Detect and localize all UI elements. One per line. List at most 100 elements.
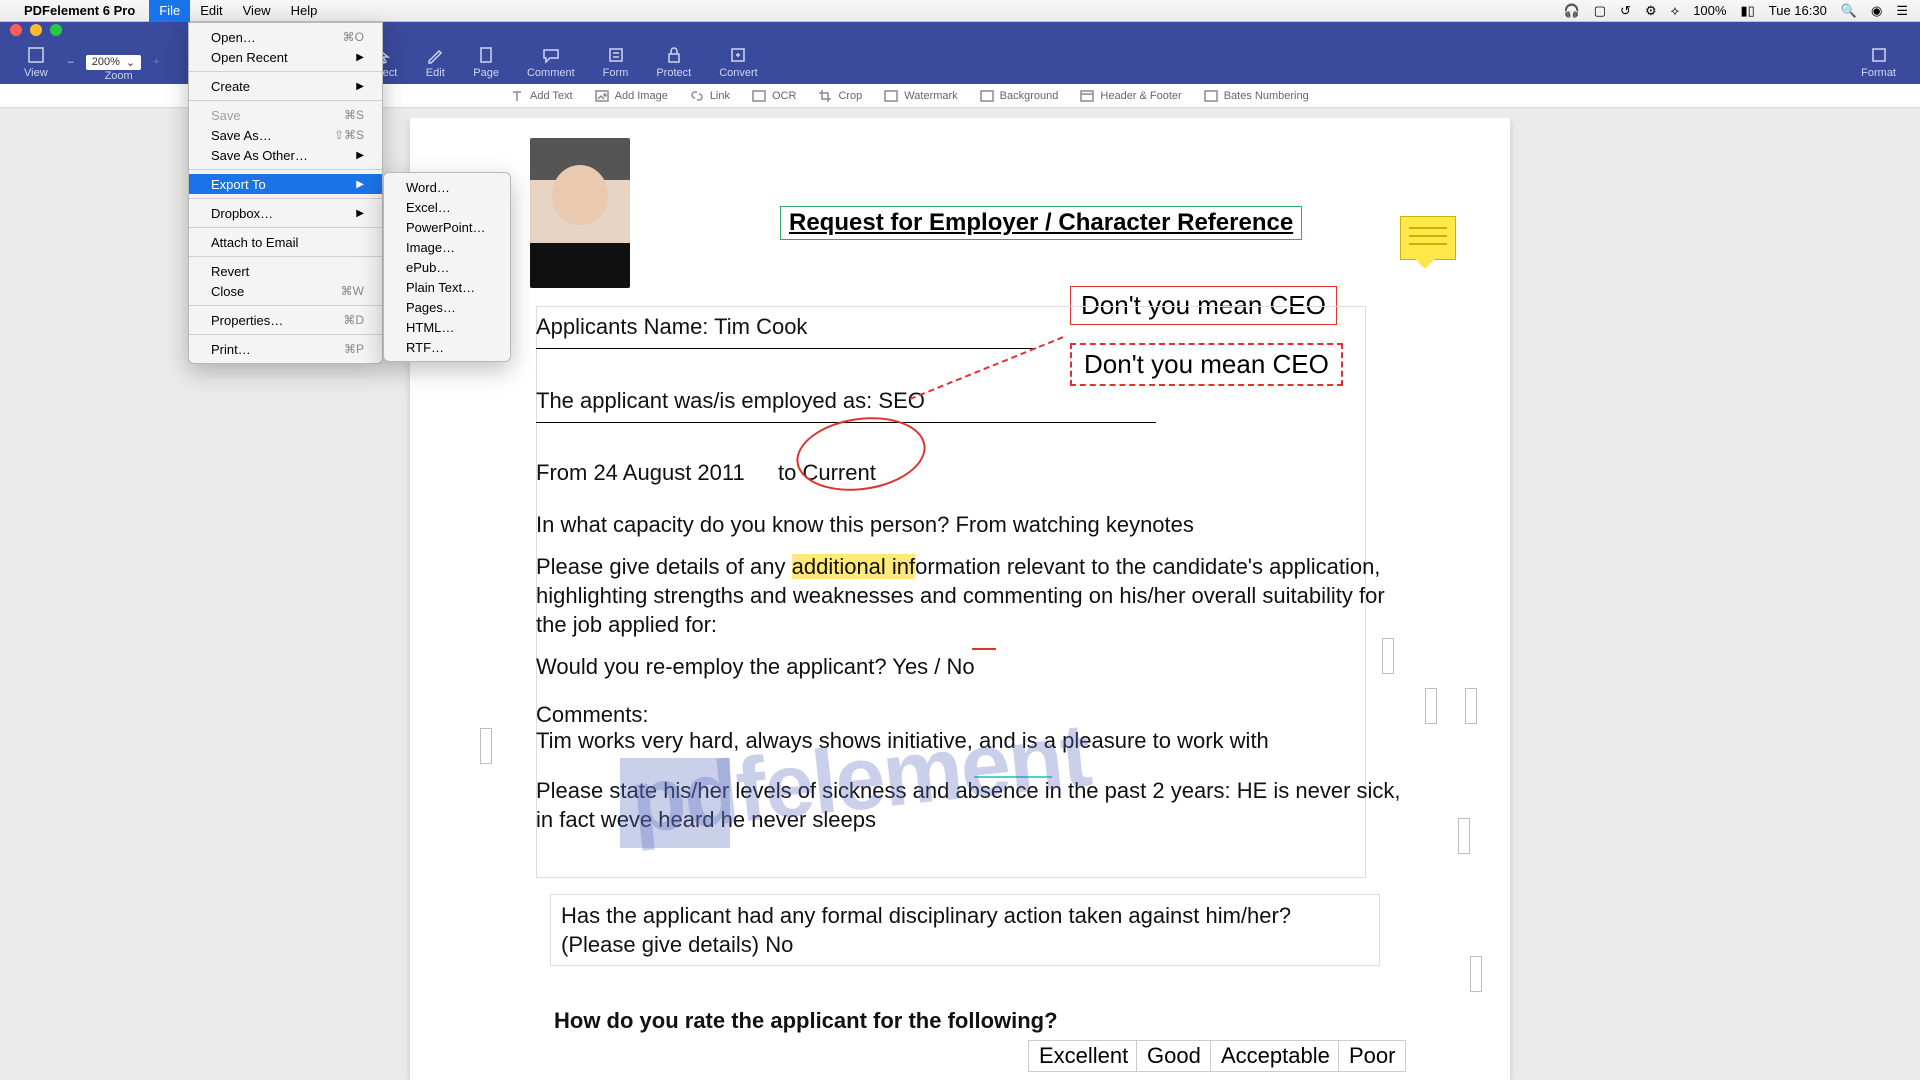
export-excel[interactable]: Excel… <box>384 197 510 217</box>
menu-close[interactable]: Close⌘W <box>189 281 382 301</box>
crop-button[interactable]: Crop <box>818 89 862 103</box>
comment-button[interactable]: Comment <box>513 45 589 79</box>
ocr-icon <box>752 89 766 103</box>
file-menu-dropdown: Open…⌘O Open Recent▶ Create▶ Save⌘S Save… <box>188 22 383 364</box>
zoom-label: Zoom <box>105 70 133 82</box>
battery-text: 100% <box>1693 3 1726 18</box>
link-button[interactable]: Link <box>690 89 730 103</box>
background-label: Background <box>1000 90 1059 102</box>
rating-good[interactable]: Good <box>1136 1040 1212 1072</box>
menu-open-recent[interactable]: Open Recent▶ <box>189 47 382 67</box>
doc-title-box[interactable]: Request for Employer / Character Referen… <box>780 206 1302 240</box>
headphones-icon[interactable]: 🎧 <box>1564 3 1580 19</box>
bates-button[interactable]: Bates Numbering <box>1204 89 1309 103</box>
background-button[interactable]: Background <box>980 89 1059 103</box>
menu-export-to[interactable]: Export To▶ <box>189 174 382 194</box>
format-button[interactable]: Format <box>1847 45 1910 79</box>
export-rtf[interactable]: RTF… <box>384 337 510 357</box>
protect-button[interactable]: Protect <box>642 45 705 79</box>
notification-icon[interactable]: ☰ <box>1896 3 1908 19</box>
resize-handle[interactable] <box>1465 688 1477 724</box>
menu-edit[interactable]: Edit <box>190 0 232 22</box>
disciplinary-box[interactable]: Has the applicant had any formal discipl… <box>550 894 1380 966</box>
document-page[interactable]: Request for Employer / Character Referen… <box>410 118 1510 1080</box>
edit-button[interactable]: Edit <box>411 45 459 79</box>
menu-print[interactable]: Print…⌘P <box>189 339 382 359</box>
close-window-icon[interactable] <box>10 24 22 36</box>
ocr-button[interactable]: OCR <box>752 89 796 103</box>
airplay-icon[interactable]: ▢ <box>1594 3 1606 19</box>
watermark-button[interactable]: Watermark <box>884 89 957 103</box>
watermark-block <box>620 758 730 848</box>
strike-annotation[interactable] <box>972 648 996 650</box>
menu-save-as[interactable]: Save As…⇧⌘S <box>189 125 382 145</box>
doc-title: Request for Employer / Character Referen… <box>789 209 1293 236</box>
capacity-line[interactable]: In what capacity do you know this person… <box>536 510 1194 539</box>
convert-button[interactable]: Convert <box>705 45 772 79</box>
menu-view[interactable]: View <box>233 0 281 22</box>
rate-question[interactable]: How do you rate the applicant for the fo… <box>554 1006 1058 1035</box>
comments-text[interactable]: Tim works very hard, always shows initia… <box>536 726 1356 755</box>
employed-line[interactable]: The applicant was/is employed as: SEO <box>536 386 925 415</box>
bates-label: Bates Numbering <box>1224 90 1309 102</box>
menu-file[interactable]: File <box>149 0 190 22</box>
details-paragraph[interactable]: Please give details of any additional in… <box>536 552 1406 639</box>
view-button[interactable]: View <box>10 45 62 79</box>
timemachine-icon[interactable]: ↺ <box>1620 3 1631 19</box>
minimize-window-icon[interactable] <box>30 24 42 36</box>
details-pre: Please give details of any <box>536 554 792 579</box>
bluetooth-icon[interactable]: ⚙ <box>1645 3 1657 19</box>
crop-label: Crop <box>838 90 862 102</box>
add-text-button[interactable]: Add Text <box>510 89 573 103</box>
menu-attach-email[interactable]: Attach to Email <box>189 232 382 252</box>
menu-save-other[interactable]: Save As Other…▶ <box>189 145 382 165</box>
export-plaintext[interactable]: Plain Text… <box>384 277 510 297</box>
resize-handle[interactable] <box>1382 638 1394 674</box>
zoom-out-button[interactable]: – <box>62 56 80 68</box>
form-icon <box>606 45 626 65</box>
applicant-name-line[interactable]: Applicants Name: Tim Cook <box>536 312 807 341</box>
resize-handle[interactable] <box>1470 956 1482 992</box>
bates-icon <box>1204 89 1218 103</box>
header-footer-icon <box>1080 89 1094 103</box>
header-footer-button[interactable]: Header & Footer <box>1080 89 1181 103</box>
applicant-photo[interactable] <box>530 138 630 288</box>
rating-acceptable[interactable]: Acceptable <box>1210 1040 1341 1072</box>
reemploy-line[interactable]: Would you re-employ the applicant? Yes /… <box>536 652 975 681</box>
comments-label[interactable]: Comments: <box>536 700 648 729</box>
rating-poor[interactable]: Poor <box>1338 1040 1406 1072</box>
menu-revert[interactable]: Revert <box>189 261 382 281</box>
export-html[interactable]: HTML… <box>384 317 510 337</box>
resize-handle[interactable] <box>480 728 492 764</box>
zoom-in-button[interactable]: + <box>147 56 165 68</box>
menu-help[interactable]: Help <box>281 0 328 22</box>
siri-icon[interactable]: ◉ <box>1871 3 1882 19</box>
underline-annotation[interactable] <box>974 776 1052 778</box>
menu-create[interactable]: Create▶ <box>189 76 382 96</box>
highlight-annotation[interactable]: additional inf <box>792 554 916 579</box>
zoom-value: 200% <box>92 56 120 68</box>
resize-handle[interactable] <box>1425 688 1437 724</box>
app-name[interactable]: PDFelement 6 Pro <box>24 3 135 18</box>
export-powerpoint[interactable]: PowerPoint… <box>384 217 510 237</box>
resize-handle[interactable] <box>1458 818 1470 854</box>
spotlight-icon[interactable]: 🔍 <box>1841 3 1857 19</box>
rating-excellent[interactable]: Excellent <box>1028 1040 1139 1072</box>
export-pages[interactable]: Pages… <box>384 297 510 317</box>
page-button[interactable]: Page <box>459 45 513 79</box>
export-image[interactable]: Image… <box>384 237 510 257</box>
export-epub[interactable]: ePub… <box>384 257 510 277</box>
maximize-window-icon[interactable] <box>50 24 62 36</box>
from-date[interactable]: From 24 August 2011 <box>536 458 745 487</box>
wifi-icon[interactable]: ⟡ <box>1671 3 1680 19</box>
menu-open[interactable]: Open…⌘O <box>189 27 382 47</box>
zoom-select[interactable]: 200% ⌄ <box>86 55 141 70</box>
form-button[interactable]: Form <box>589 45 643 79</box>
export-word[interactable]: Word… <box>384 177 510 197</box>
image-icon <box>595 89 609 103</box>
battery-icon[interactable]: ▮▯ <box>1740 3 1754 19</box>
menu-dropbox[interactable]: Dropbox…▶ <box>189 203 382 223</box>
menu-properties[interactable]: Properties…⌘D <box>189 310 382 330</box>
add-image-button[interactable]: Add Image <box>595 89 668 103</box>
sticky-note-icon[interactable] <box>1400 216 1456 260</box>
